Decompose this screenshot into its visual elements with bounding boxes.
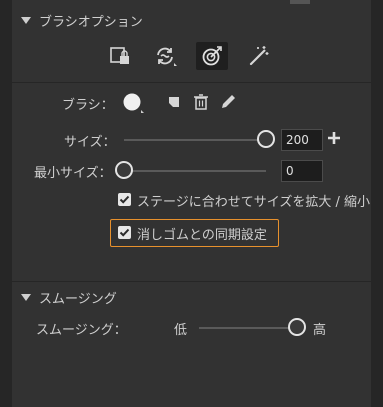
delete-brush-button[interactable] (193, 93, 209, 111)
new-brush-button[interactable] (166, 94, 182, 110)
brush-label: ブラシ： (62, 98, 114, 113)
size-slider-thumb[interactable] (257, 130, 275, 148)
smoothing-slider-track[interactable] (199, 327, 297, 329)
section-divider (12, 281, 371, 282)
section-divider (12, 82, 371, 83)
collapse-triangle-icon[interactable] (21, 16, 31, 24)
pressure-target-button[interactable] (196, 42, 228, 70)
lock-layer-button[interactable] (104, 42, 136, 70)
scale-with-stage-checkbox[interactable] (118, 193, 131, 206)
size-slider-track[interactable] (124, 139, 266, 141)
magic-wand-brush-icon (249, 46, 269, 66)
brush-mode-toolbar (104, 42, 288, 70)
min-size-label: 最小サイズ： (34, 166, 112, 181)
erase-sync-checkbox[interactable] (118, 226, 131, 239)
trash-icon (194, 94, 208, 110)
scale-with-stage-label: ステージに合わせてサイズを拡大 / 縮小 (137, 195, 370, 210)
brush-options-header[interactable]: ブラシオプション (12, 7, 371, 33)
lock-layer-icon (110, 47, 129, 64)
brush-options-title: ブラシオプション (39, 14, 143, 30)
min-size-input[interactable]: 0 (281, 160, 323, 182)
left-rail (0, 0, 12, 407)
smoothing-title: スムージング (39, 291, 117, 307)
min-size-slider-thumb[interactable] (115, 161, 133, 179)
smoothing-label: スムージング： (36, 323, 127, 338)
checkmark-icon (119, 195, 130, 204)
collapse-triangle-icon[interactable] (21, 293, 31, 301)
min-size-slider-track[interactable] (124, 170, 266, 172)
smoothing-rotate-button[interactable] (150, 42, 182, 70)
pressure-target-icon (202, 46, 222, 66)
checkmark-icon (119, 228, 130, 237)
smoothing-high-label: 高 (313, 323, 327, 338)
plus-icon (328, 132, 340, 144)
right-rail (371, 0, 383, 407)
add-size-button[interactable] (326, 130, 342, 146)
erase-sync-label: 消しゴムとの同期設定 (137, 228, 267, 243)
new-brush-icon (169, 97, 179, 107)
smoothing-slider-thumb[interactable] (288, 318, 306, 336)
brush-circle-icon (123, 93, 144, 113)
edit-brush-button[interactable] (219, 93, 237, 111)
smoothing-header[interactable]: スムージング (12, 284, 371, 310)
smoothing-low-label: 低 (174, 323, 188, 338)
brush-shape-dropdown[interactable] (121, 92, 147, 114)
size-label: サイズ： (64, 135, 116, 150)
pencil-icon (222, 95, 235, 108)
smoothing-rotate-icon (157, 47, 177, 66)
size-input[interactable]: 200 (281, 129, 323, 151)
scroll-indicator (290, 0, 310, 4)
magic-wand-brush-button[interactable] (242, 42, 274, 70)
